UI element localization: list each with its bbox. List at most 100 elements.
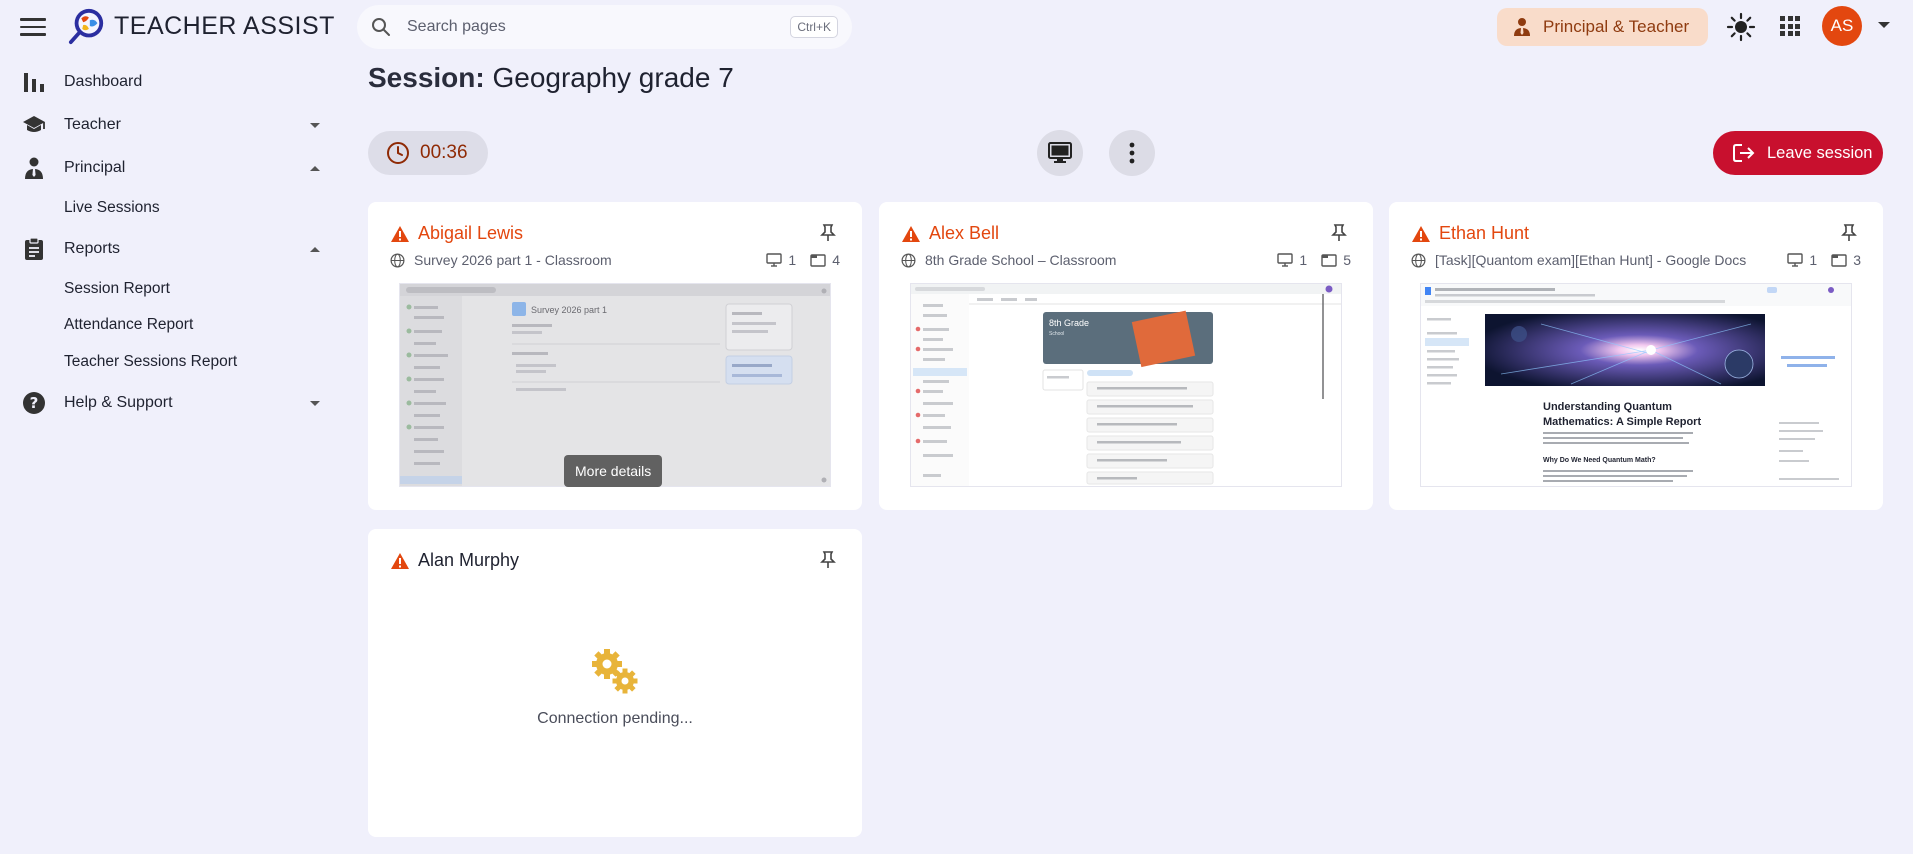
globe-icon	[390, 253, 405, 267]
student-card[interactable]: Alex Bell 8th Grade School – Classroom 1…	[879, 202, 1373, 510]
leave-session-button[interactable]: Leave session	[1713, 131, 1883, 175]
student-name[interactable]: Ethan Hunt	[1439, 223, 1529, 244]
sidebar-item-dashboard[interactable]: Dashboard	[0, 64, 330, 100]
search-input[interactable]: Search pages	[407, 18, 790, 36]
bar-chart-icon	[24, 73, 44, 92]
student-card[interactable]: Ethan Hunt [Task][Quantom exam][Ethan Hu…	[1389, 202, 1883, 510]
sidebar-item-label: Help & Support	[64, 394, 173, 411]
sidebar-item-live-sessions[interactable]: Live Sessions	[64, 199, 160, 217]
monitor-icon	[1277, 253, 1294, 267]
tabs-count: 5	[1321, 252, 1351, 268]
classroom-screenshot: 8th Grade School	[911, 284, 1341, 486]
student-name[interactable]: Alex Bell	[929, 223, 999, 244]
role-label: Principal & Teacher	[1543, 17, 1690, 36]
sidebar-item-principal[interactable]: Principal	[0, 150, 330, 186]
sidebar-item-label: Principal	[64, 159, 126, 176]
svg-text:?: ?	[30, 394, 39, 412]
chevron-down-icon[interactable]	[310, 400, 320, 406]
warning-icon	[391, 553, 409, 569]
sun-icon[interactable]	[1726, 12, 1756, 42]
gears-icon	[592, 649, 638, 694]
clock-icon	[387, 142, 409, 164]
avatar[interactable]: AS	[1822, 6, 1862, 46]
logout-icon	[1733, 144, 1755, 162]
globe-icon	[901, 253, 916, 267]
sidebar-item-teacher[interactable]: Teacher	[0, 107, 330, 143]
pin-icon[interactable]	[820, 224, 836, 242]
sidebar-item-reports[interactable]: Reports	[0, 231, 330, 267]
more-options-button[interactable]	[1109, 130, 1155, 176]
sidebar-item-teacher-sessions-report[interactable]: Teacher Sessions Report	[64, 353, 237, 371]
svg-text:Survey 2026 part 1: Survey 2026 part 1	[531, 305, 607, 315]
pin-icon[interactable]	[1331, 224, 1347, 242]
chevron-up-icon[interactable]	[310, 246, 320, 252]
menu-icon[interactable]	[20, 14, 46, 40]
sidebar-item-label: Dashboard	[64, 73, 143, 90]
page-title: Session: Geography grade 7	[368, 62, 734, 94]
chevron-down-icon[interactable]	[310, 122, 320, 128]
student-card[interactable]: Abigail Lewis Survey 2026 part 1 - Class…	[368, 202, 862, 510]
leave-session-label: Leave session	[1767, 143, 1873, 162]
svg-text:Understanding Quantum: Understanding Quantum	[1543, 401, 1672, 413]
student-name[interactable]: Abigail Lewis	[418, 223, 523, 244]
search-shortcut: Ctrl+K	[790, 16, 838, 38]
role-chip[interactable]: Principal & Teacher	[1497, 8, 1708, 46]
warning-icon	[902, 226, 920, 242]
connection-status: Connection pending...	[537, 710, 693, 727]
chevron-up-icon[interactable]	[310, 165, 320, 171]
help-circle-icon: ?	[23, 392, 45, 414]
active-tab-title: Survey 2026 part 1 - Classroom	[414, 252, 612, 268]
session-label: Session:	[368, 62, 485, 93]
monitor-icon	[1048, 142, 1072, 163]
sidebar-item-help[interactable]: ? Help & Support	[0, 385, 330, 421]
teacher-assist-logo	[68, 8, 104, 45]
tabs-count: 4	[810, 252, 840, 268]
screens-count: 1	[766, 252, 796, 268]
timer-value: 00:36	[420, 142, 468, 163]
monitor-icon	[1787, 253, 1804, 267]
active-tab-info: [Task][Quantom exam][Ethan Hunt] - Googl…	[1411, 250, 1861, 270]
screen-thumbnail[interactable]: 8th Grade School	[910, 283, 1342, 487]
docs-screenshot: Understanding Quantum Mathematics: A Sim…	[1421, 284, 1851, 486]
sidebar-item-label: Reports	[64, 240, 121, 257]
apps-grid-icon[interactable]	[1780, 16, 1800, 36]
more-details-tooltip: More details	[564, 455, 663, 487]
sidebar-item-session-report[interactable]: Session Report	[64, 280, 170, 298]
more-vertical-icon	[1129, 142, 1135, 164]
svg-text:School: School	[1049, 331, 1064, 337]
person-tie-icon	[25, 157, 43, 179]
avatar-chevron-down-icon[interactable]	[1878, 22, 1890, 28]
warning-icon	[391, 226, 409, 242]
search-bar[interactable]: Search pages Ctrl+K	[357, 5, 852, 49]
search-icon	[372, 18, 390, 36]
screen-thumbnail[interactable]: Understanding Quantum Mathematics: A Sim…	[1420, 283, 1852, 487]
active-tab-title: [Task][Quantom exam][Ethan Hunt] - Googl…	[1435, 252, 1747, 268]
pin-icon[interactable]	[1841, 224, 1857, 242]
screens-count: 1	[1787, 252, 1817, 268]
active-tab-info: 8th Grade School – Classroom 1 5	[901, 250, 1351, 270]
warning-icon	[1412, 226, 1430, 242]
school-cap-icon	[23, 116, 45, 132]
tab-icon	[1321, 254, 1337, 267]
screens-count: 1	[1277, 252, 1307, 268]
active-tab-title: 8th Grade School – Classroom	[925, 252, 1117, 268]
tabs-count: 3	[1831, 252, 1861, 268]
tab-icon	[1831, 254, 1847, 267]
globe-icon	[1411, 253, 1426, 267]
active-tab-info: Survey 2026 part 1 - Classroom 1 4	[390, 250, 840, 270]
tab-icon	[810, 254, 826, 267]
student-card[interactable]: Alan Murphy Connection pending...	[368, 529, 862, 837]
svg-text:8th Grade: 8th Grade	[1049, 318, 1089, 328]
session-timer: 00:36	[368, 131, 488, 175]
sidebar-item-label: Teacher	[64, 116, 121, 133]
session-name: Geography grade 7	[492, 62, 734, 93]
pin-icon[interactable]	[820, 551, 836, 569]
sidebar-item-attendance-report[interactable]: Attendance Report	[64, 316, 193, 334]
person-tie-icon	[1514, 18, 1530, 36]
clipboard-icon	[25, 237, 43, 260]
svg-text:Why Do We Need Quantum Math?: Why Do We Need Quantum Math?	[1543, 457, 1656, 464]
monitor-icon	[766, 253, 783, 267]
student-name[interactable]: Alan Murphy	[418, 550, 519, 571]
screen-share-button[interactable]	[1037, 130, 1083, 176]
svg-text:Mathematics: A Simple Report: Mathematics: A Simple Report	[1543, 416, 1701, 428]
